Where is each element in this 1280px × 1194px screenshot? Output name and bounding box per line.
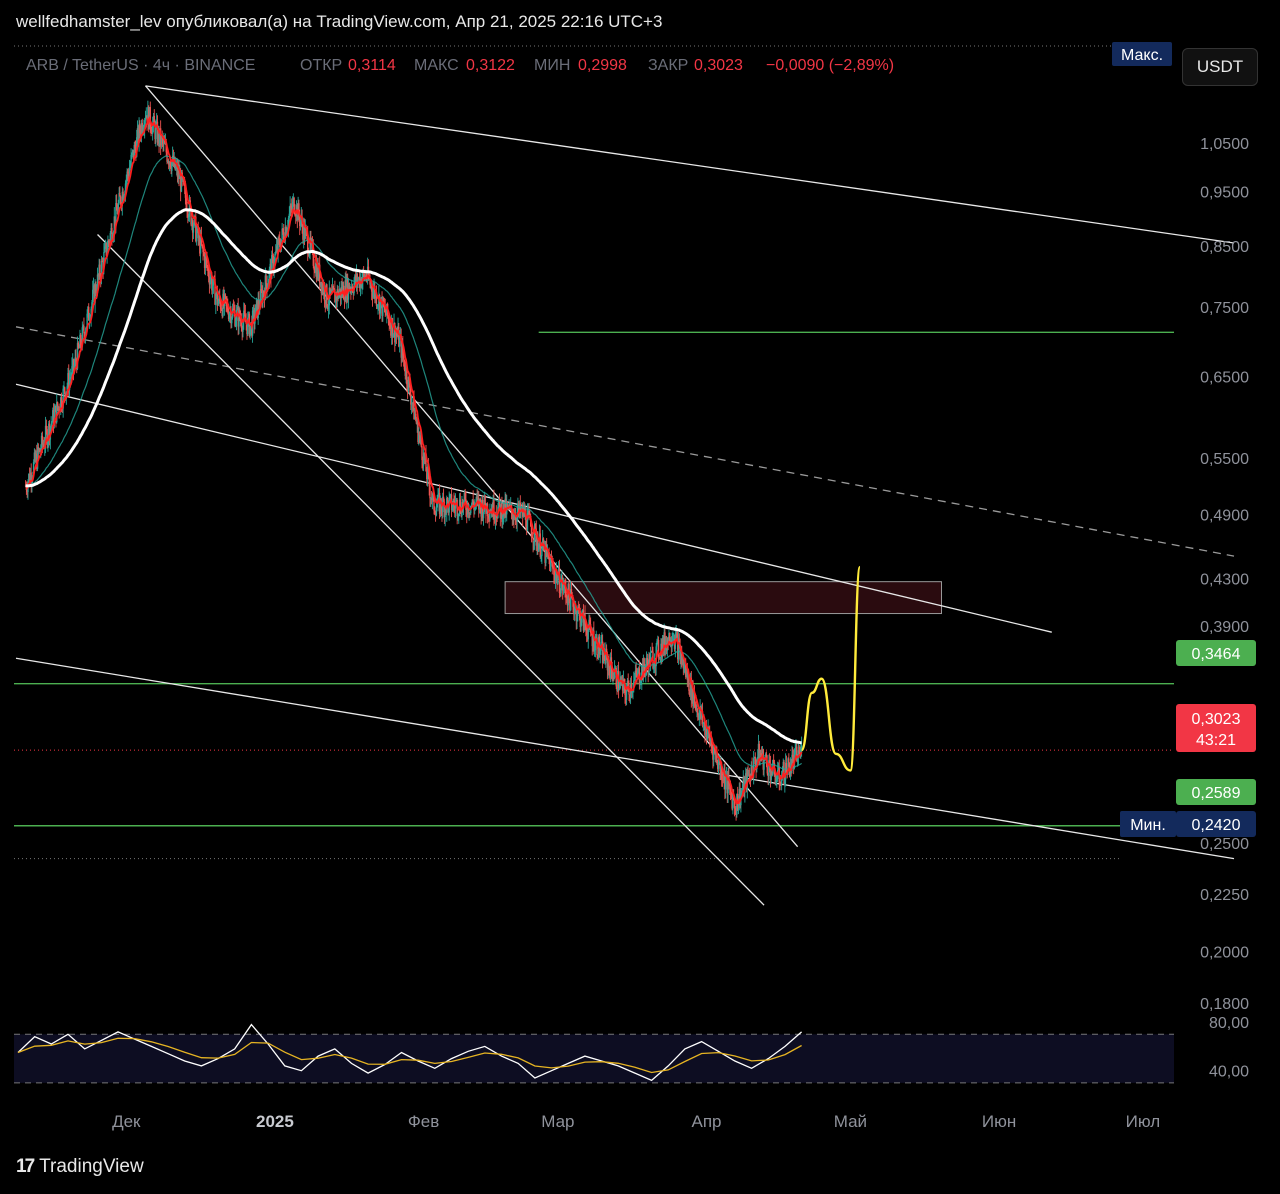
publication-header: wellfedhamster_lev опубликовал(а) на Tra…	[16, 12, 663, 31]
price-chart[interactable]: 80,00 40,00 1,0500 0,9500 0,8500 0,7500 0,650…	[14, 40, 1266, 1140]
candle-body-581	[489, 512, 491, 519]
candle-body-876	[725, 777, 727, 790]
time-label-2: Фев	[408, 1112, 439, 1131]
max-badge: Макс.	[1121, 47, 1163, 64]
ema-mid-line	[25, 155, 802, 770]
trend-line-5	[97, 234, 765, 906]
close-value: 0,3023	[694, 57, 743, 74]
trend-line-1	[15, 326, 1235, 557]
price-tick-3: 0,7500	[1200, 300, 1249, 317]
tradingview-footer: 17 TradingView	[16, 1156, 144, 1178]
candle-body-506	[429, 486, 431, 499]
price-tick-6: 0,4900	[1200, 508, 1249, 525]
price-tick-14: 0,1800	[1200, 996, 1249, 1013]
close-label: ЗАКР	[648, 57, 688, 74]
high-label: МАКС	[414, 57, 459, 74]
candle-body-49	[64, 387, 66, 395]
candle-body-971	[800, 745, 803, 749]
rsi-tick-1: 40,00	[1209, 1064, 1249, 1081]
min-badge: Мин.	[1130, 817, 1166, 834]
price-tick-2: 0,8500	[1200, 239, 1249, 256]
time-label-4: Апр	[692, 1112, 722, 1131]
rsi-tick-0: 80,00	[1209, 1015, 1249, 1032]
footer-brand: TradingView	[39, 1156, 144, 1177]
time-label-0: Дек	[112, 1112, 141, 1131]
change-value: −0,0090 (−2,89%)	[766, 57, 894, 74]
min-value-badge: 0,2420	[1192, 817, 1241, 834]
price-tick-4: 0,6500	[1200, 370, 1249, 387]
countdown-badge: 43:21	[1196, 732, 1236, 749]
level-low-badge: 0,2589	[1192, 785, 1241, 802]
time-label-7: Июл	[1126, 1112, 1161, 1131]
tradingview-logo-icon: 17	[16, 1156, 35, 1177]
time-label-5: Май	[834, 1112, 867, 1131]
candle-body-301	[265, 275, 267, 284]
time-label-6: Июн	[982, 1112, 1016, 1131]
open-value: 0,3114	[348, 57, 396, 74]
price-tick-11: 0,2500	[1200, 836, 1249, 853]
price-tick-5: 0,5500	[1200, 451, 1249, 468]
price-tick-7: 0,4300	[1200, 571, 1249, 588]
candle-body-514	[435, 507, 438, 516]
price-tick-8: 0,3900	[1200, 619, 1249, 636]
candle-body-33	[51, 422, 53, 425]
ema-fast-line	[24, 116, 803, 807]
currency-button[interactable]: USDT	[1182, 48, 1258, 86]
time-label-1: 2025	[256, 1112, 294, 1131]
trend-line-0	[145, 85, 1235, 244]
high-value: 0,3122	[466, 57, 515, 74]
candle-body-752	[625, 690, 628, 700]
candle-body-955	[788, 758, 790, 763]
price-tick-12: 0,2250	[1200, 887, 1249, 904]
price-tick-0: 1,0500	[1200, 136, 1249, 153]
chart-area[interactable]: 80,00 40,00 1,0500 0,9500 0,8500 0,7500 0,650…	[14, 40, 1266, 1140]
low-label: МИН	[534, 57, 570, 74]
low-value: 0,2998	[578, 57, 627, 74]
time-label-3: Мар	[541, 1112, 574, 1131]
symbol-label[interactable]: ARB / TetherUS · 4ч · BINANCE	[26, 57, 255, 74]
price-badge: 0,3023	[1192, 711, 1241, 728]
open-label: ОТКР	[300, 57, 342, 74]
candle-body-924	[763, 759, 765, 770]
price-tick-13: 0,2000	[1200, 945, 1249, 962]
level-high-badge: 0,3464	[1192, 646, 1241, 663]
price-tick-1: 0,9500	[1200, 185, 1249, 202]
